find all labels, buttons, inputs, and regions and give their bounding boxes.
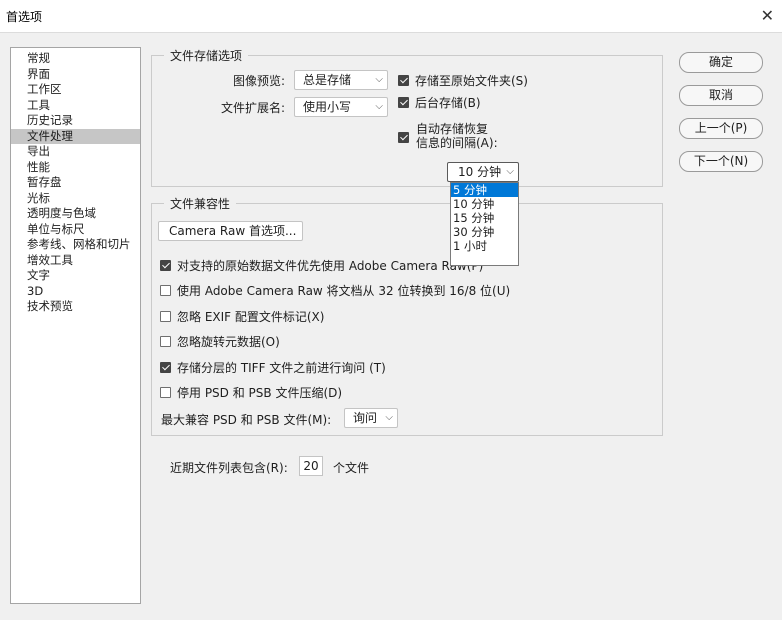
prefer-camera-raw-label: 对支持的原始数据文件优先使用 Adobe Camera Raw(P) — [177, 259, 484, 273]
auto-recover-checkbox[interactable] — [398, 132, 409, 143]
chevron-down-icon: ⌵ — [506, 166, 514, 177]
ignore-rotation-label: 忽略旋转元数据(O) — [177, 335, 280, 349]
sidebar-item-plugins[interactable]: 增效工具 — [11, 253, 140, 269]
file-extension-select[interactable]: 使用小写 ⌵ — [294, 97, 388, 117]
sidebar-item-type[interactable]: 文字 — [11, 268, 140, 284]
ask-tiff-checkbox[interactable] — [160, 362, 171, 373]
disable-psd-compression-label: 停用 PSD 和 PSB 文件压缩(D) — [177, 386, 343, 400]
sidebar-item-units[interactable]: 单位与标尺 — [11, 222, 140, 238]
sidebar-item-file-handling[interactable]: 文件处理 — [11, 128, 140, 144]
convert-32bit-checkbox[interactable] — [160, 285, 171, 296]
sidebar-item-general[interactable]: 常规 — [11, 51, 140, 67]
ignore-exif-checkbox[interactable] — [160, 311, 171, 322]
sidebar: 常规 界面 工作区 工具 历史记录 文件处理 导出 性能 暂存盘 光标 透明度与… — [10, 47, 141, 604]
file-compat-legend: 文件兼容性 — [170, 197, 231, 211]
interval-select[interactable]: 10 分钟 ⌵ — [447, 162, 519, 182]
prev-button[interactable]: 上一个(P) — [679, 118, 763, 139]
close-icon[interactable]: ✕ — [761, 6, 774, 25]
file-extension-value: 使用小写 — [303, 100, 352, 114]
interval-value: 10 分钟 — [458, 165, 502, 179]
chevron-down-icon: ⌵ — [375, 101, 383, 112]
recent-files-suffix: 个文件 — [333, 461, 370, 475]
sidebar-item-scratch-disks[interactable]: 暂存盘 — [11, 175, 140, 191]
max-compat-select[interactable]: 询问 ⌵ — [344, 408, 398, 428]
sidebar-item-tech-previews[interactable]: 技术预览 — [11, 299, 140, 315]
max-compat-value: 询问 — [353, 411, 378, 425]
prefer-camera-raw-checkbox[interactable] — [160, 260, 171, 271]
interval-option-5min[interactable]: 5 分钟 — [451, 183, 518, 197]
file-saving-group: 文件存储选项 — [151, 47, 663, 187]
sidebar-item-workspace[interactable]: 工作区 — [11, 82, 140, 98]
sidebar-item-3d[interactable]: 3D — [11, 284, 140, 300]
camera-raw-prefs-label: Camera Raw 首选项... — [169, 224, 297, 238]
file-extension-label: 文件扩展名: — [221, 101, 286, 115]
ignore-exif-label: 忽略 EXIF 配置文件标记(X) — [177, 310, 325, 324]
background-save-checkbox[interactable] — [398, 97, 409, 108]
image-preview-value: 总是存储 — [303, 73, 352, 87]
sidebar-item-export[interactable]: 导出 — [11, 144, 140, 160]
image-preview-label: 图像预览: — [233, 74, 286, 88]
sidebar-item-history[interactable]: 历史记录 — [11, 113, 140, 129]
save-to-original-label: 存储至原始文件夹(S) — [415, 74, 528, 88]
chevron-down-icon: ⌵ — [375, 74, 383, 85]
interval-option-1hour[interactable]: 1 小时 — [451, 239, 518, 253]
title-bar: 首选项 ✕ — [0, 0, 782, 33]
chevron-down-icon: ⌵ — [385, 412, 393, 423]
interval-dropdown-list: 5 分钟 10 分钟 15 分钟 30 分钟 1 小时 — [450, 182, 519, 266]
sidebar-item-tools[interactable]: 工具 — [11, 98, 140, 114]
background-save-label: 后台存储(B) — [415, 96, 481, 110]
recent-files-input[interactable]: 20 — [299, 456, 323, 476]
cancel-button[interactable]: 取消 — [679, 85, 763, 106]
sidebar-item-guides[interactable]: 参考线、网格和切片 — [11, 237, 140, 253]
file-saving-legend: 文件存储选项 — [170, 49, 243, 63]
sidebar-item-cursors[interactable]: 光标 — [11, 191, 140, 207]
max-compat-label: 最大兼容 PSD 和 PSB 文件(M): — [161, 413, 332, 427]
auto-recover-label-2: 信息的间隔(A): — [416, 136, 498, 150]
camera-raw-prefs-button[interactable]: Camera Raw 首选项... — [158, 221, 303, 241]
save-to-original-checkbox[interactable] — [398, 75, 409, 86]
next-button[interactable]: 下一个(N) — [679, 151, 763, 172]
disable-psd-compression-checkbox[interactable] — [160, 387, 171, 398]
ignore-rotation-checkbox[interactable] — [160, 336, 171, 347]
ok-button[interactable]: 确定 — [679, 52, 763, 73]
ask-tiff-label: 存储分层的 TIFF 文件之前进行询问 (T) — [177, 361, 386, 375]
sidebar-item-interface[interactable]: 界面 — [11, 67, 140, 83]
interval-option-30min[interactable]: 30 分钟 — [451, 225, 518, 239]
interval-option-15min[interactable]: 15 分钟 — [451, 211, 518, 225]
recent-files-label: 近期文件列表包含(R): — [170, 461, 288, 475]
sidebar-item-transparency[interactable]: 透明度与色域 — [11, 206, 140, 222]
interval-option-10min[interactable]: 10 分钟 — [451, 197, 518, 211]
convert-32bit-label: 使用 Adobe Camera Raw 将文档从 32 位转换到 16/8 位(… — [177, 284, 511, 298]
sidebar-item-performance[interactable]: 性能 — [11, 160, 140, 176]
image-preview-select[interactable]: 总是存储 ⌵ — [294, 70, 388, 90]
window-title: 首选项 — [6, 10, 43, 24]
